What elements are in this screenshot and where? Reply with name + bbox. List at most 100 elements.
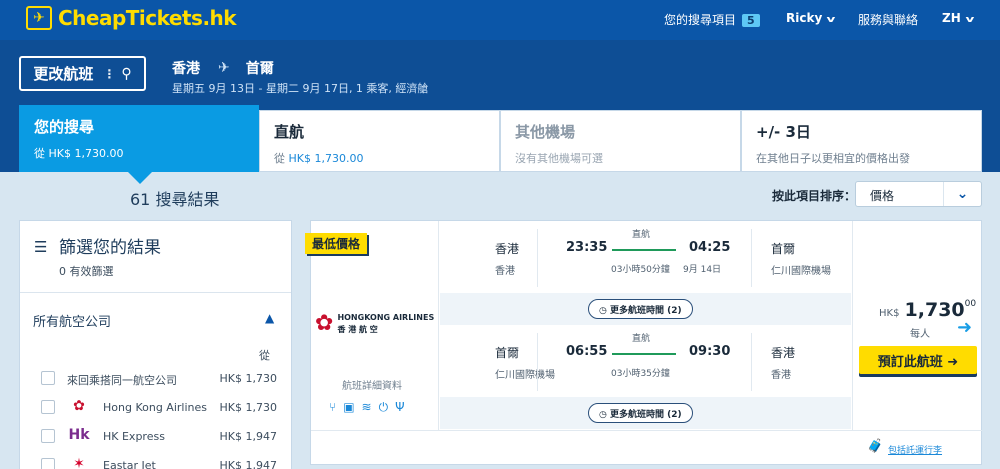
amenities-icons: ⑂▣≋⏻Ψ (329, 400, 412, 415)
tab-direct[interactable]: 直航 從 HK$ 1,730.00 (259, 110, 500, 172)
destination-city: 首爾 (245, 61, 274, 77)
airline-checkbox[interactable] (41, 371, 55, 385)
tab-other-airports[interactable]: 其他機場 沒有其他機場可選 (500, 110, 741, 172)
arrival-airport: 香港 (771, 370, 791, 381)
airline-logo: ✿ HONGKONG AIRLINES 香 港 航 空 (315, 311, 434, 336)
per-person-label: 每人 (910, 329, 930, 340)
price-from-label: 從 (259, 349, 270, 362)
bauhinia-logo-icon: ✿ (73, 398, 85, 414)
search-icon: ⚲ (121, 65, 132, 82)
price-column: HK$ 1,73000 每人 ➜ 預訂此航班 ➜ (852, 221, 982, 430)
more-times-bar: ◷ 更多航班時間 (2) (440, 293, 851, 325)
sort-select[interactable]: 價格 ⌄ (855, 181, 982, 207)
more-flight-times-button[interactable]: ◷ 更多航班時間 (2) (588, 403, 693, 423)
book-flight-button[interactable]: 預訂此航班 ➜ (859, 346, 977, 374)
stops-label: 直航 (632, 230, 651, 240)
arrival-airport: 仁川國際機場 (771, 266, 831, 277)
brand-logo[interactable]: ✈ CheapTickets.hk (26, 6, 237, 30)
plane-icon: ✈ (218, 60, 230, 76)
active-tab-pointer (128, 172, 152, 184)
top-navigation-bar: ✈ CheapTickets.hk 您的搜尋項目 5 Ricky v 服務與聯絡 Z… (0, 0, 1000, 40)
searches-count-badge: 5 (742, 14, 760, 27)
airline-checkbox[interactable] (41, 458, 55, 469)
filter-panel: ☰ 篩選您的結果 0 有效篩選 所有航空公司 ▲ 從 來回乘搭同一航空公司 HK… (19, 220, 292, 469)
tab-title: 您的搜尋 (34, 118, 95, 136)
tab-your-search[interactable]: 您的搜尋 從 HK$ 1,730.00 (19, 105, 259, 172)
price-cents: 00 (964, 299, 977, 309)
luggage-icon: 🧳 (867, 439, 884, 454)
more-times-label: 更多航班時間 (2) (610, 306, 682, 316)
inbound-leg[interactable]: 首爾 仁川國際機場 直航 06:55 09:30 03小時35分鐘 香港 香港 … (440, 325, 851, 429)
flight-result-card: ✿ HONGKONG AIRLINES 香 港 航 空 航班詳細資料 ⑂▣≋⏻Ψ… (310, 220, 982, 465)
stops-label: 直航 (632, 334, 651, 344)
tab-flexible-dates[interactable]: +/- 3日 在其他日子以更相宜的價格出發 (741, 110, 982, 172)
clock-icon: ◷ (599, 306, 607, 316)
airline-checkbox[interactable] (41, 400, 55, 414)
airline-name: Eastar Jet (103, 459, 156, 469)
more-times-label: 更多航班時間 (2) (610, 410, 682, 420)
filter-header: ☰ 篩選您的結果 0 有效篩選 (20, 221, 291, 293)
tab-title: 直航 (274, 123, 305, 141)
airline-name-zh: 香 港 航 空 (337, 324, 378, 334)
airline-filter-row[interactable]: 來回乘搭同一航空公司 HK$ 1,730 (41, 369, 277, 391)
tab-subtitle: 從 HK$ 1,730.00 (34, 147, 124, 160)
tab-title: 其他機場 (515, 123, 576, 141)
seat-icon: ⑂ (329, 400, 344, 414)
departure-city: 首爾 (495, 346, 520, 360)
arrival-time: 04:25 (689, 240, 731, 255)
sort-value: 價格 (870, 189, 895, 203)
arrow-right-icon[interactable]: ➜ (957, 317, 972, 338)
tab-title: +/- 3日 (756, 123, 811, 141)
results-count: 61 搜尋結果 (130, 190, 220, 209)
change-flight-button[interactable]: 更改航班 ⋮ ⚲ (19, 56, 146, 91)
departure-airport: 仁川國際機場 (495, 370, 555, 381)
filter-title: 篩選您的結果 (59, 238, 161, 258)
wifi-icon: ≋ (361, 400, 379, 414)
entertainment-icon: ▣ (343, 400, 362, 414)
price-amount: 1,730 (904, 299, 965, 321)
chevron-down-icon: ⌄ (943, 182, 981, 206)
eastar-logo-icon: ✶ (73, 456, 85, 469)
trip-details: 星期五 9月 13日 - 星期二 9月 17日, 1 乘客, 經濟艙 (172, 82, 429, 95)
arrival-city: 香港 (771, 346, 796, 360)
checked-baggage-link[interactable]: 包括託運行李 (888, 443, 942, 456)
departure-time: 06:55 (566, 344, 608, 359)
origin-city: 香港 (172, 61, 200, 77)
route-title: 香港 ✈ 首爾 (172, 58, 274, 78)
chevron-down-icon: v (965, 15, 975, 25)
service-contact-link[interactable]: 服務與聯絡 (858, 11, 918, 28)
arrival-city: 首爾 (771, 242, 796, 256)
airlines-section-toggle[interactable]: 所有航空公司 (33, 311, 111, 330)
departure-airport: 香港 (495, 266, 515, 277)
card-footer: 🧳 包括託運行李 (311, 430, 982, 465)
arrival-date: 9月 14日 (683, 265, 722, 275)
airline-filter-row[interactable]: ✶ Eastar Jet HK$ 1,947 (41, 456, 277, 469)
chevron-down-icon: v (826, 15, 836, 25)
chevron-up-icon[interactable]: ▲ (265, 311, 274, 325)
airline-filter-row[interactable]: ✿ Hong Kong Airlines HK$ 1,730 (41, 398, 277, 420)
more-dots-icon: ⋮ (103, 66, 116, 81)
airline-filter-row[interactable]: Hk HK Express HK$ 1,947 (41, 427, 277, 449)
more-flight-times-button[interactable]: ◷ 更多航班時間 (2) (588, 299, 693, 319)
change-flight-label: 更改航班 (33, 65, 94, 83)
flight-details-link[interactable]: 航班詳細資料 (342, 377, 402, 392)
bauhinia-logo-icon: ✿ (315, 311, 334, 336)
departure-city: 香港 (495, 242, 520, 256)
airline-name: HK Express (103, 430, 165, 443)
arrival-time: 09:30 (689, 344, 731, 359)
tab-subtitle: 從 HK$ 1,730.00 (274, 152, 364, 165)
duration: 03小時50分鐘 (611, 265, 670, 275)
sort-label: 按此項目排序： (772, 189, 857, 203)
language-menu[interactable]: ZH v (942, 11, 975, 25)
user-menu[interactable]: Ricky v (786, 11, 836, 25)
outbound-leg[interactable]: 香港 香港 直航 23:35 04:25 03小時50分鐘 9月 14日 首爾 … (440, 221, 851, 325)
my-searches-link[interactable]: 您的搜尋項目 5 (664, 11, 760, 28)
power-icon: ⏻ (378, 400, 396, 414)
flight-line (612, 249, 676, 251)
sliders-icon: ☰ (34, 238, 48, 256)
tab-subtitle: 在其他日子以更相宜的價格出發 (756, 152, 910, 165)
clock-icon: ◷ (599, 410, 607, 420)
flight-line (612, 353, 676, 355)
airline-checkbox[interactable] (41, 429, 55, 443)
tab-subtitle: 沒有其他機場可選 (515, 152, 603, 165)
